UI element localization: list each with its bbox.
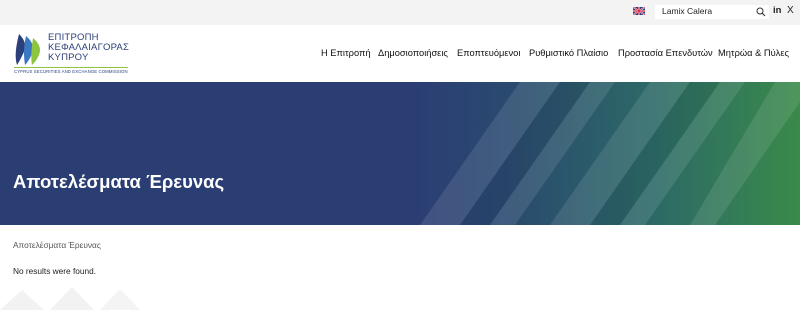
nav-item-committee[interactable]: Η Επιτροπή xyxy=(321,48,371,58)
nav-item-investor-protection[interactable]: Προστασία Επενδυτών xyxy=(618,48,713,58)
site-header: ΕΠΙΤΡΟΠΗ ΚΕΦΑΛΑΙΑΓΟΡΑΣ ΚΥΠΡΟΥ CYPRUS SEC… xyxy=(0,25,800,82)
logo-english-text: CYPRUS SECURITIES AND EXCHANGE COMMISSIO… xyxy=(14,67,128,74)
top-utility-bar: Lamix Calera in X xyxy=(0,0,800,25)
nav-item-regulatory-framework[interactable]: Ρυθμιστικό Πλαίσιο xyxy=(529,48,608,58)
hero-banner: Αποτελέσματα Έρευνας xyxy=(0,82,800,225)
search-icon[interactable] xyxy=(756,7,766,17)
uk-flag-icon[interactable] xyxy=(633,7,645,15)
linkedin-icon[interactable]: in xyxy=(773,5,781,16)
nav-item-registers-portals[interactable]: Μητρώα & Πύλες xyxy=(718,48,789,58)
x-twitter-icon[interactable]: X xyxy=(787,5,794,16)
search-input-value: Lamix Calera xyxy=(662,6,713,16)
hero-diagonal-stripes xyxy=(420,82,800,225)
nav-item-supervised[interactable]: Εποπτευόμενοι xyxy=(457,48,520,58)
no-results-message: No results were found. xyxy=(13,266,97,276)
decorative-triangles xyxy=(0,287,140,310)
nav-item-disclosures[interactable]: Δημοσιοποιήσεις xyxy=(378,48,448,58)
search-input[interactable]: Lamix Calera xyxy=(655,5,769,19)
main-navigation: Η Επιτροπή Δημοσιοποιήσεις Εποπτευόμενοι… xyxy=(0,48,800,62)
page-title: Αποτελέσματα Έρευνας xyxy=(13,171,225,192)
breadcrumb: Αποτελέσματα Έρευνας xyxy=(13,240,101,250)
